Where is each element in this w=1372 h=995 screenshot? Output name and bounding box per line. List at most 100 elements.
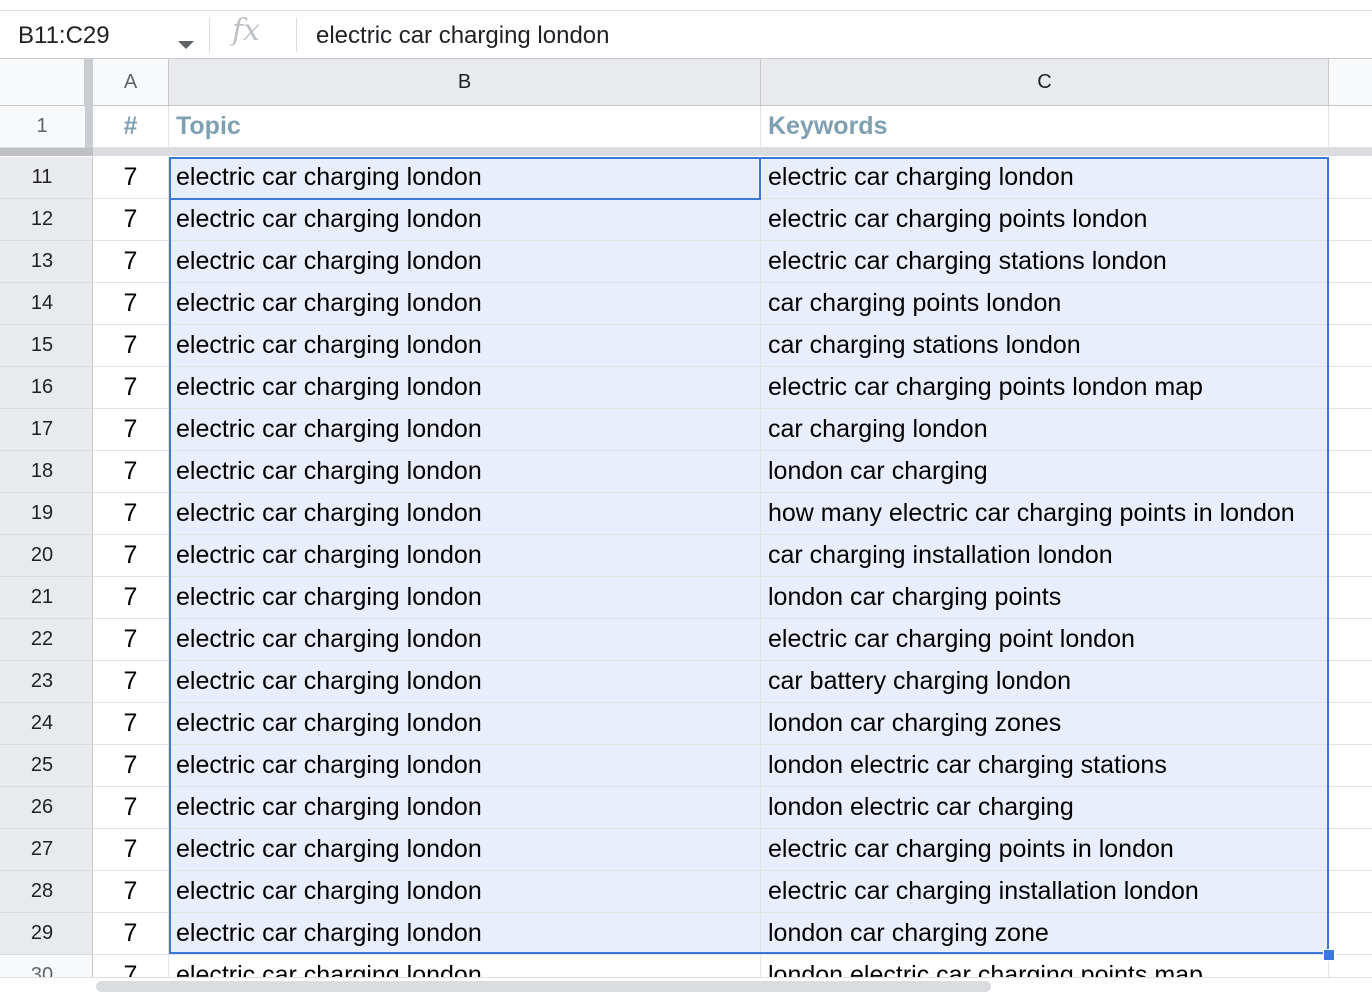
row-header[interactable]: 18	[0, 451, 93, 493]
name-box[interactable]: B11:C29	[18, 22, 110, 50]
header-cell-keywords[interactable]: Keywords	[761, 106, 1329, 148]
cell-number[interactable]: 7	[93, 745, 169, 787]
cell-topic[interactable]: electric car charging london	[169, 451, 761, 493]
cell-topic[interactable]: electric car charging london	[169, 913, 761, 955]
cell-number[interactable]: 7	[93, 367, 169, 409]
row-header[interactable]: 14	[0, 283, 93, 325]
empty-cell[interactable]	[1329, 451, 1372, 493]
empty-cell[interactable]	[1329, 409, 1372, 451]
cell-topic[interactable]: electric car charging london	[169, 283, 761, 325]
cell-topic[interactable]: electric car charging london	[169, 619, 761, 661]
header-cell-topic[interactable]: Topic	[169, 106, 761, 148]
row-header[interactable]: 28	[0, 871, 93, 913]
row-header[interactable]: 29	[0, 913, 93, 955]
cell-topic[interactable]: electric car charging london	[169, 787, 761, 829]
row-header[interactable]: 27	[0, 829, 93, 871]
cell-keyword[interactable]: car charging installation london	[761, 535, 1329, 577]
cell-number[interactable]: 7	[93, 241, 169, 283]
row-header[interactable]: 26	[0, 787, 93, 829]
cell-keyword[interactable]: electric car charging london	[761, 157, 1329, 199]
row-header[interactable]: 22	[0, 619, 93, 661]
cell-keyword[interactable]: car charging points london	[761, 283, 1329, 325]
empty-cell[interactable]	[1329, 913, 1372, 955]
cell-number[interactable]: 7	[93, 325, 169, 367]
empty-cell[interactable]	[1329, 241, 1372, 283]
cell-number[interactable]: 7	[93, 409, 169, 451]
row-header[interactable]: 17	[0, 409, 93, 451]
row-freeze-handle[interactable]	[0, 148, 93, 156]
cell-keyword[interactable]: electric car charging points london map	[761, 367, 1329, 409]
select-all-corner[interactable]	[0, 59, 85, 106]
formula-input[interactable]: electric car charging london	[316, 22, 610, 50]
cell-number[interactable]: 7	[93, 787, 169, 829]
cell-number[interactable]: 7	[93, 283, 169, 325]
row-freeze-bar[interactable]	[0, 148, 1372, 156]
cell-topic[interactable]: electric car charging london	[169, 493, 761, 535]
empty-cell[interactable]	[1329, 745, 1372, 787]
cell-keyword[interactable]: car battery charging london	[761, 661, 1329, 703]
cell-keyword[interactable]: electric car charging stations london	[761, 241, 1329, 283]
spreadsheet-grid[interactable]: A B C 1 # Topic Keywords 11 7 electric car…	[0, 59, 1372, 994]
cell-topic[interactable]: electric car charging london	[169, 325, 761, 367]
cell-number[interactable]: 7	[93, 157, 169, 199]
empty-cell[interactable]	[1329, 367, 1372, 409]
empty-cell[interactable]	[1329, 283, 1372, 325]
cell-topic[interactable]: electric car charging london	[169, 871, 761, 913]
empty-cell[interactable]	[1329, 325, 1372, 367]
cell-keyword[interactable]: electric car charging points in london	[761, 829, 1329, 871]
horizontal-scrollbar-thumb[interactable]	[96, 981, 991, 992]
row-header[interactable]: 25	[0, 745, 93, 787]
row-header[interactable]: 20	[0, 535, 93, 577]
cell-topic[interactable]: electric car charging london	[169, 199, 761, 241]
row-header[interactable]: 13	[0, 241, 93, 283]
column-header-b[interactable]: B	[169, 59, 761, 106]
cell-keyword[interactable]: london car charging points	[761, 577, 1329, 619]
cell-keyword[interactable]: car charging london	[761, 409, 1329, 451]
row-header[interactable]: 21	[0, 577, 93, 619]
cell-topic[interactable]: electric car charging london	[169, 661, 761, 703]
cell-keyword[interactable]: london car charging zone	[761, 913, 1329, 955]
cell-number[interactable]: 7	[93, 913, 169, 955]
row-header[interactable]: 15	[0, 325, 93, 367]
cell-number[interactable]: 7	[93, 871, 169, 913]
empty-cell[interactable]	[1329, 199, 1372, 241]
cell-topic[interactable]: electric car charging london	[169, 829, 761, 871]
empty-cell[interactable]	[1329, 661, 1372, 703]
cell-topic[interactable]: electric car charging london	[169, 745, 761, 787]
cell-number[interactable]: 7	[93, 661, 169, 703]
cell-keyword[interactable]: london car charging	[761, 451, 1329, 493]
cell-topic[interactable]: electric car charging london	[169, 367, 761, 409]
empty-cell[interactable]	[1329, 157, 1372, 199]
header-cell-number[interactable]: #	[93, 106, 169, 148]
empty-cell[interactable]	[1329, 871, 1372, 913]
cell-number[interactable]: 7	[93, 703, 169, 745]
empty-cell[interactable]	[1329, 577, 1372, 619]
empty-cell[interactable]	[1329, 493, 1372, 535]
cell-topic[interactable]: electric car charging london	[169, 577, 761, 619]
row-header[interactable]: 23	[0, 661, 93, 703]
cell-number[interactable]: 7	[93, 199, 169, 241]
column-header-c[interactable]: C	[761, 59, 1329, 106]
cell-keyword[interactable]: car charging stations london	[761, 325, 1329, 367]
empty-cell[interactable]	[1329, 829, 1372, 871]
row-header[interactable]: 12	[0, 199, 93, 241]
empty-cell[interactable]	[1329, 106, 1372, 148]
empty-cell[interactable]	[1329, 535, 1372, 577]
cell-keyword[interactable]: electric car charging installation londo…	[761, 871, 1329, 913]
empty-cell[interactable]	[1329, 787, 1372, 829]
cell-topic[interactable]: electric car charging london	[169, 535, 761, 577]
cell-keyword[interactable]: electric car charging points london	[761, 199, 1329, 241]
cell-number[interactable]: 7	[93, 829, 169, 871]
cell-keyword[interactable]: london car charging zones	[761, 703, 1329, 745]
empty-cell[interactable]	[1329, 619, 1372, 661]
cell-keyword[interactable]: london electric car charging	[761, 787, 1329, 829]
name-box-dropdown-icon[interactable]	[178, 41, 194, 49]
row-header[interactable]: 16	[0, 367, 93, 409]
cell-keyword[interactable]: london electric car charging stations	[761, 745, 1329, 787]
cell-keyword[interactable]: how many electric car charging points in…	[761, 493, 1329, 535]
cell-number[interactable]: 7	[93, 535, 169, 577]
column-header-d[interactable]	[1329, 59, 1372, 106]
cell-number[interactable]: 7	[93, 451, 169, 493]
cell-number[interactable]: 7	[93, 577, 169, 619]
cell-topic[interactable]: electric car charging london	[169, 241, 761, 283]
